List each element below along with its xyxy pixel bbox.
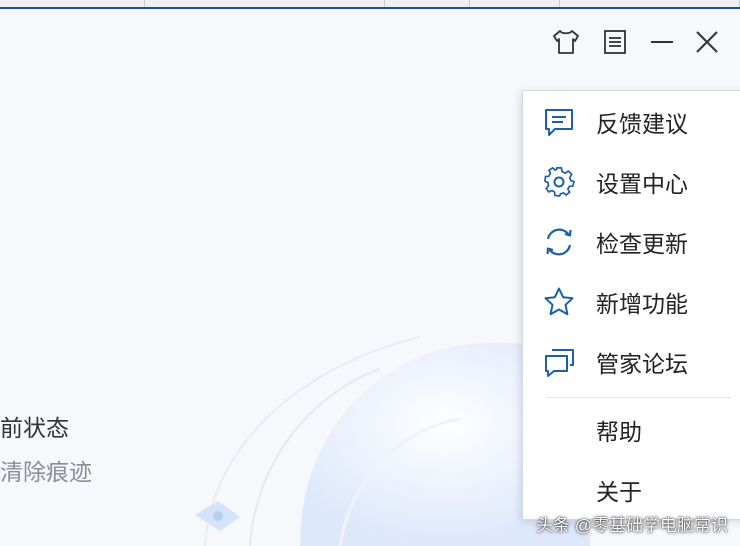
menu-item-label: 管家论坛 [596, 351, 688, 377]
star-icon [544, 287, 574, 316]
background-window-strip [0, 0, 740, 9]
clear-traces-link[interactable]: 清除痕迹 [0, 453, 92, 487]
menu-item-new-features[interactable]: 新增功能 [523, 272, 740, 332]
minimize-icon [651, 41, 673, 43]
refresh-icon [546, 228, 572, 256]
menu-item-label: 反馈建议 [596, 111, 688, 137]
menu-item-label: 新增功能 [596, 291, 688, 317]
menu-item-help[interactable]: 帮助 [523, 400, 740, 460]
minimize-button[interactable] [645, 27, 679, 57]
chat-icon [545, 349, 574, 377]
menu-item-label: 帮助 [596, 419, 642, 445]
menu-icon [604, 30, 626, 54]
menu-divider [546, 397, 731, 398]
shirt-icon [553, 30, 579, 54]
menu-item-settings[interactable]: 设置中心 [523, 152, 740, 212]
menu-item-label: 关于 [596, 479, 642, 505]
gear-icon [544, 167, 575, 197]
dropdown-menu: 反馈建议 设置中心 检查更新 新增功能 管家论坛 帮助 关于 [522, 90, 740, 520]
status-text: 前状态 [0, 415, 69, 441]
menu-item-feedback[interactable]: 反馈建议 [523, 92, 740, 152]
watermark: 头条 @零基础学电脑常识 [536, 516, 728, 535]
main-menu-button[interactable] [598, 27, 632, 57]
menu-item-label: 设置中心 [596, 171, 688, 197]
menu-item-check-update[interactable]: 检查更新 [523, 212, 740, 272]
feedback-icon [545, 109, 573, 136]
menu-item-forum[interactable]: 管家论坛 [523, 332, 740, 392]
skin-button[interactable] [549, 27, 583, 57]
app-window: 前状态 清除痕迹 反馈建议 设置中心 检查更新 新增功能 管家论坛 帮助 关于 … [0, 9, 740, 546]
close-icon [696, 31, 718, 53]
close-button[interactable] [690, 27, 724, 57]
menu-item-label: 检查更新 [596, 231, 688, 257]
